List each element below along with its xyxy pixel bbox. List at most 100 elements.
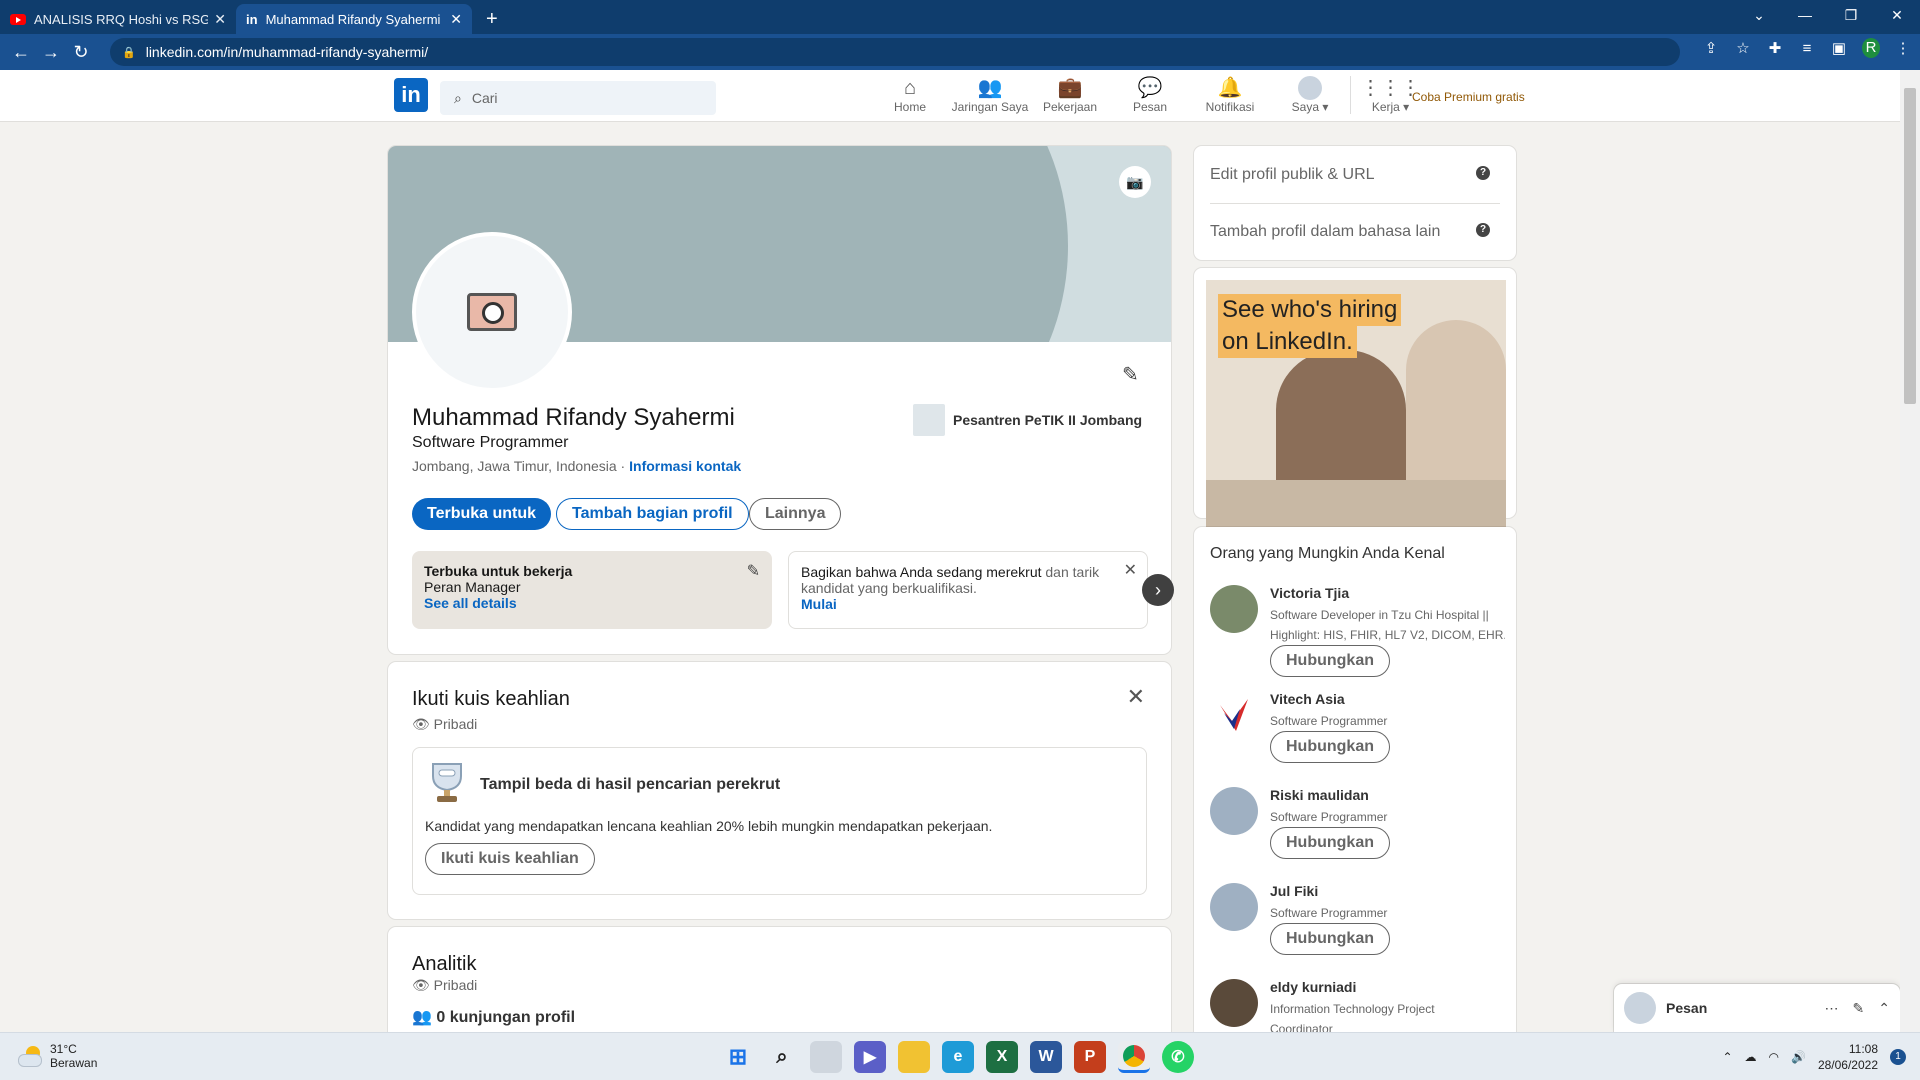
connect-button[interactable]: Hubungkan [1270, 731, 1390, 763]
edge-icon[interactable]: e [942, 1041, 974, 1073]
restore-button[interactable]: ❐ [1828, 0, 1874, 30]
open-to-button[interactable]: Terbuka untuk [412, 498, 552, 530]
file-explorer-icon[interactable] [898, 1041, 930, 1073]
reload-icon[interactable]: ↻ [66, 42, 96, 63]
nav-home[interactable]: ⌂ Home [870, 76, 950, 114]
nav-jobs[interactable]: 💼 Pekerjaan [1030, 76, 1110, 114]
contact-info-link[interactable]: Informasi kontak [629, 458, 741, 474]
back-icon[interactable]: ← [6, 42, 36, 63]
nav-messaging[interactable]: 💬 Pesan [1110, 76, 1190, 114]
pencil-icon[interactable]: ✎ [747, 561, 760, 581]
cover-shape [688, 146, 1068, 342]
add-section-button[interactable]: Tambah bagian profil [556, 498, 749, 530]
compose-icon[interactable]: ✎ [1853, 1000, 1865, 1017]
ad-line-2: on LinkedIn. [1218, 326, 1357, 358]
address-bar[interactable]: 🔒 linkedin.com/in/muhammad-rifandy-syahe… [110, 38, 1680, 66]
quiz-description: Kandidat yang mendapatkan lencana keahli… [425, 818, 993, 834]
word-icon[interactable]: W [1030, 1041, 1062, 1073]
close-icon[interactable]: ✕ [450, 11, 462, 28]
person-name[interactable]: eldy kurniadi [1270, 979, 1356, 995]
education-item[interactable]: Pesantren PeTIK II Jombang [913, 404, 1142, 436]
search-icon[interactable]: ⌕ [766, 1041, 798, 1073]
nav-notifications[interactable]: 🔔 Notifikasi [1190, 76, 1270, 114]
wifi-icon[interactable]: ◠ [1769, 1050, 1779, 1064]
edit-public-profile-link[interactable]: Edit profil publik & URL [1210, 166, 1375, 184]
messaging-bar[interactable]: Pesan ⋯ ✎ ⌃ [1614, 984, 1900, 1032]
bookmark-star-icon[interactable]: ☆ [1734, 39, 1752, 57]
carousel-next-button[interactable]: › [1142, 574, 1174, 606]
chrome-icon[interactable] [1118, 1041, 1150, 1073]
profile-views[interactable]: 👥 0 kunjungan profil [412, 1007, 575, 1027]
ad-image[interactable]: See who's hiring on LinkedIn. [1206, 280, 1506, 530]
ad-line-1: See who's hiring [1218, 294, 1402, 326]
avatar[interactable] [1210, 883, 1258, 931]
minimize-button[interactable]: — [1782, 0, 1828, 30]
pencil-icon[interactable]: ✎ [1122, 362, 1139, 387]
browser-tab-linkedin[interactable]: in Muhammad Rifandy Syahermi | L ✕ [236, 4, 472, 34]
scrollbar-thumb[interactable] [1904, 88, 1916, 404]
browser-tab-youtube[interactable]: ANALISIS RRQ Hoshi vs RSG PH | ✕ [0, 4, 236, 34]
more-button[interactable]: Lainnya [749, 498, 842, 530]
chevron-up-icon[interactable]: ⌃ [1878, 1000, 1890, 1017]
search-input[interactable]: ⌕ Cari [440, 81, 716, 115]
connect-button[interactable]: Hubungkan [1270, 827, 1390, 859]
avatar[interactable] [1210, 691, 1258, 739]
help-icon[interactable]: ? [1476, 223, 1490, 237]
notification-badge[interactable]: 1 [1890, 1049, 1906, 1065]
connect-button[interactable]: Hubungkan [1270, 645, 1390, 677]
premium-link[interactable]: Coba Premium gratis [1412, 90, 1525, 104]
forward-icon[interactable]: → [36, 42, 66, 63]
onedrive-cloud-icon[interactable]: ☁ [1745, 1050, 1757, 1064]
connect-button[interactable]: Hubungkan [1270, 923, 1390, 955]
reading-list-icon[interactable]: ≡ [1798, 40, 1816, 57]
whatsapp-icon[interactable]: ✆ [1162, 1041, 1194, 1073]
share-icon[interactable]: ⇪ [1702, 39, 1720, 57]
windows-start-icon[interactable]: ⊞ [722, 1041, 754, 1073]
new-tab-button[interactable]: + [486, 4, 498, 34]
start-link[interactable]: Mulai [801, 596, 837, 612]
volume-icon[interactable]: 🔊 [1791, 1050, 1806, 1064]
side-panel-icon[interactable]: ▣ [1830, 39, 1848, 57]
close-icon[interactable]: ✕ [214, 11, 226, 28]
see-details-link[interactable]: See all details [424, 595, 517, 611]
avatar[interactable] [1210, 979, 1258, 1027]
avatar[interactable] [1210, 787, 1258, 835]
person-name[interactable]: Vitech Asia [1270, 691, 1345, 707]
page-scrollbar[interactable] [1900, 70, 1920, 1032]
nav-label: Saya ▾ [1291, 100, 1329, 114]
briefcase-icon: 💼 [1057, 77, 1083, 99]
weather-widget[interactable]: 31°C Berawan [18, 1042, 97, 1070]
person-name[interactable]: Jul Fiki [1270, 883, 1318, 899]
extensions-icon[interactable]: ✚ [1766, 39, 1784, 57]
close-icon[interactable]: ✕ [1127, 684, 1145, 710]
person-name[interactable]: Riski maulidan [1270, 787, 1369, 803]
profile-photo[interactable] [412, 232, 572, 392]
take-quiz-button[interactable]: Ikuti kuis keahlian [425, 843, 595, 875]
person-item: Riski maulidan Software Programmer Hubun… [1210, 787, 1510, 867]
excel-icon[interactable]: X [986, 1041, 1018, 1073]
nav-me[interactable]: Saya ▾ [1270, 76, 1350, 114]
menu-dots-icon[interactable]: ⋮ [1894, 39, 1912, 57]
vitech-logo-icon [1220, 699, 1248, 731]
camera-icon[interactable]: 📷 [1119, 166, 1151, 198]
window-controls: ⌄ — ❐ ✕ [1736, 0, 1920, 30]
nav-network[interactable]: 👥 Jaringan Saya [950, 76, 1030, 114]
teams-chat-icon[interactable]: ▶ [854, 1041, 886, 1073]
profile-avatar[interactable]: R [1862, 38, 1880, 58]
powerpoint-icon[interactable]: P [1074, 1041, 1106, 1073]
close-window-button[interactable]: ✕ [1874, 0, 1920, 30]
linkedin-logo[interactable]: in [394, 78, 428, 112]
add-language-profile-link[interactable]: Tambah profil dalam bahasa lain [1210, 223, 1440, 241]
avatar [1298, 76, 1322, 100]
chevron-down-icon[interactable]: ⌄ [1736, 0, 1782, 30]
chevron-up-icon[interactable]: ⌃ [1722, 1050, 1732, 1064]
avatar[interactable] [1210, 585, 1258, 633]
section-title: Analitik [412, 953, 477, 975]
ad-card[interactable]: See who's hiring on LinkedIn. [1194, 268, 1516, 530]
clock[interactable]: 11:08 28/06/2022 [1818, 1041, 1878, 1073]
help-icon[interactable]: ? [1476, 166, 1490, 180]
more-options-icon[interactable]: ⋯ [1825, 1000, 1839, 1017]
close-icon[interactable]: ✕ [1124, 560, 1137, 580]
task-view-icon[interactable] [810, 1041, 842, 1073]
person-name[interactable]: Victoria Tjia [1270, 585, 1349, 601]
